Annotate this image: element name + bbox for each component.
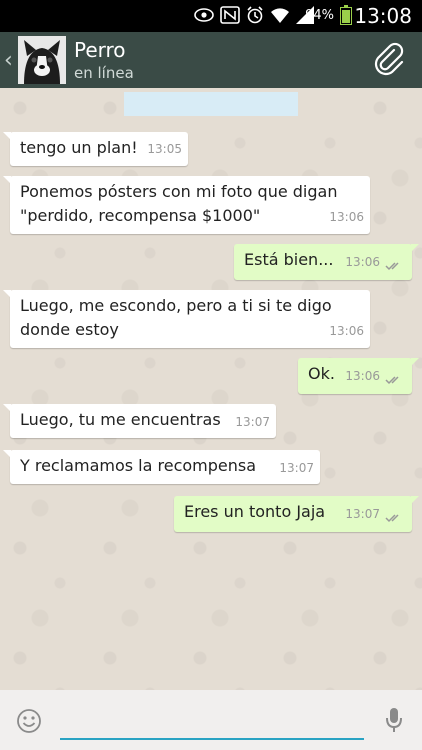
status-icons bbox=[194, 6, 314, 24]
double-check-icon bbox=[385, 262, 399, 271]
date-banner bbox=[124, 92, 298, 116]
chevron-left-icon[interactable]: ‹ bbox=[4, 48, 13, 73]
message-bubble-incoming[interactable]: Luego, tu me encuentras 13:07 bbox=[3, 404, 276, 438]
message-time: 13:06 bbox=[345, 369, 380, 383]
battery-fill bbox=[342, 10, 350, 23]
message-text: Ok. bbox=[308, 364, 335, 383]
message-bubble-outgoing[interactable]: Está bien... 13:06 bbox=[234, 244, 419, 280]
contact-name[interactable]: Perro bbox=[74, 38, 126, 62]
message-bubble-outgoing[interactable]: Eres un tonto Jaja 13:07 bbox=[174, 496, 419, 532]
message-input[interactable] bbox=[60, 702, 364, 740]
message-bubble-outgoing[interactable]: Ok. 13:06 bbox=[298, 358, 419, 394]
battery-percent: 94% bbox=[305, 8, 334, 23]
status-clock: 13:08 bbox=[354, 4, 412, 28]
battery-icon bbox=[340, 5, 352, 25]
message-time: 13:06 bbox=[345, 255, 380, 269]
message-text: Está bien... bbox=[244, 250, 334, 269]
double-check-icon bbox=[385, 376, 399, 385]
message-text: Luego, tu me encuentras bbox=[20, 410, 221, 429]
message-time: 13:07 bbox=[345, 507, 380, 521]
message-bubble-incoming[interactable]: tengo un plan! 13:05 bbox=[3, 132, 188, 166]
message-text: Luego, me escondo, pero a ti si te digo … bbox=[20, 296, 332, 339]
message-time: 13:07 bbox=[279, 461, 314, 475]
message-input-bar bbox=[0, 690, 422, 750]
dog-avatar-image bbox=[18, 36, 66, 84]
chat-area[interactable]: tengo un plan! 13:05 Ponemos pósters con… bbox=[0, 88, 422, 690]
message-time: 13:06 bbox=[329, 324, 364, 338]
smiley-icon[interactable] bbox=[16, 708, 42, 734]
message-text: Eres un tonto Jaja bbox=[184, 502, 326, 521]
message-time: 13:05 bbox=[147, 142, 182, 156]
alarm-icon bbox=[247, 6, 263, 24]
message-bubble-incoming[interactable]: Y reclamamos la recompensa 13:07 bbox=[3, 450, 320, 484]
microphone-icon[interactable] bbox=[384, 706, 404, 734]
message-bubble-incoming[interactable]: Ponemos pósters con mi foto que digan "p… bbox=[3, 176, 370, 234]
message-text: tengo un plan! bbox=[20, 138, 138, 157]
message-text: Y reclamamos la recompensa bbox=[20, 456, 257, 475]
contact-status: en línea bbox=[74, 64, 134, 82]
message-time: 13:07 bbox=[235, 415, 270, 429]
wifi-icon bbox=[271, 8, 289, 23]
paperclip-icon[interactable] bbox=[372, 42, 406, 76]
avatar[interactable] bbox=[18, 36, 66, 84]
nfc-icon bbox=[220, 6, 240, 24]
message-time: 13:06 bbox=[329, 210, 364, 224]
chat-header: ‹ Perro en línea bbox=[0, 32, 422, 88]
double-check-icon bbox=[385, 514, 399, 523]
message-text: Ponemos pósters con mi foto que digan "p… bbox=[20, 182, 338, 225]
message-bubble-incoming[interactable]: Luego, me escondo, pero a ti si te digo … bbox=[3, 290, 370, 348]
status-bar: 94% 13:08 bbox=[0, 0, 422, 32]
eye-icon bbox=[194, 8, 214, 22]
